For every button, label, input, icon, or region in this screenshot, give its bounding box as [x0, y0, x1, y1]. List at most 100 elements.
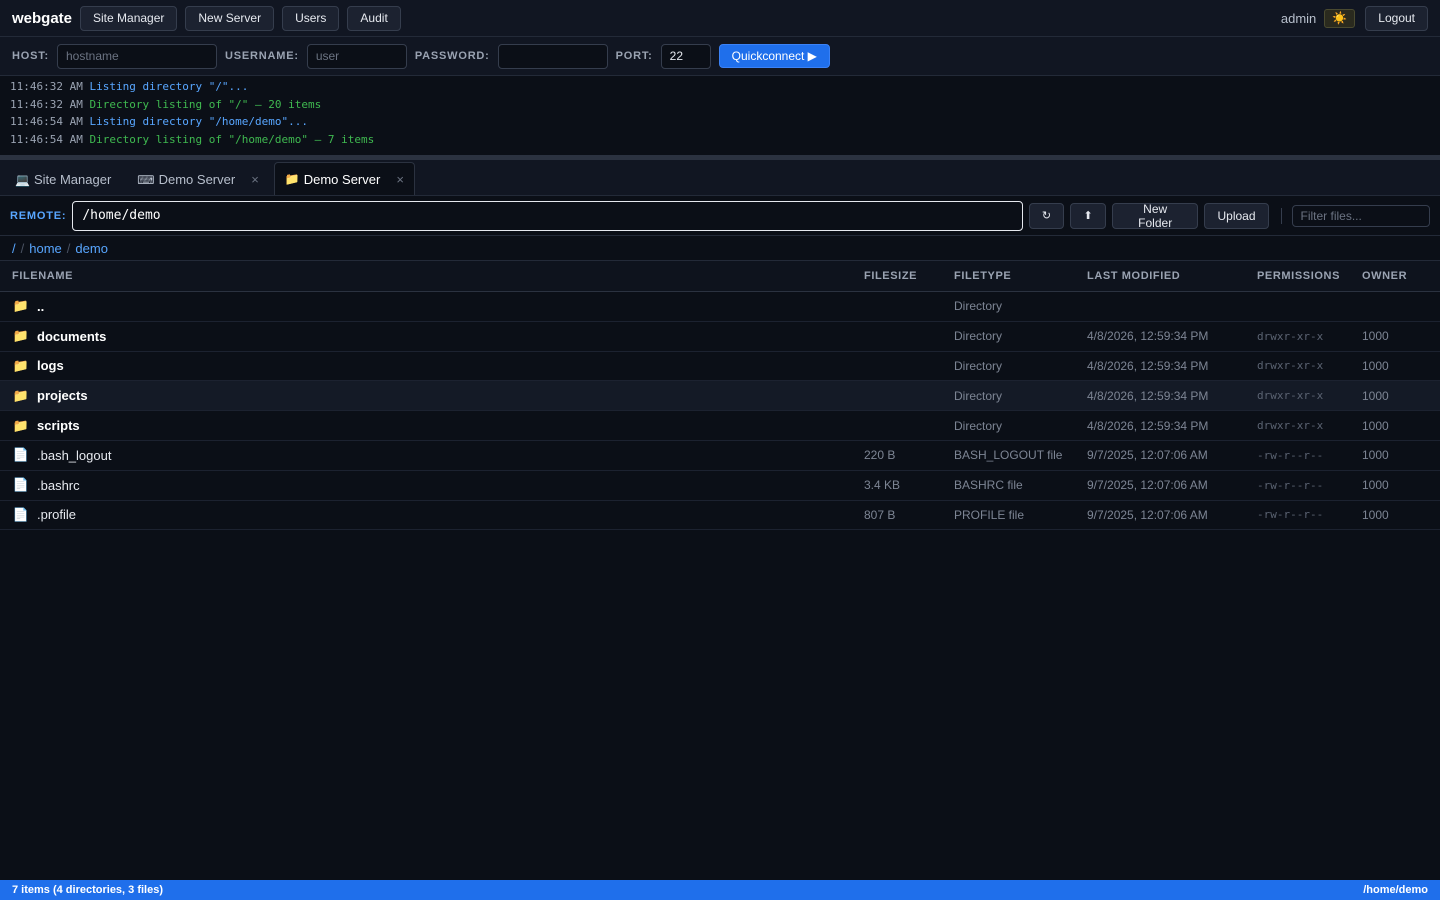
column-owner[interactable]: OWNER — [1350, 270, 1440, 282]
column-permissions[interactable]: PERMISSIONS — [1245, 270, 1350, 282]
cell-owner: 1000 — [1362, 478, 1389, 493]
refresh-icon: ↻ — [1041, 210, 1052, 222]
cell-owner: 1000 — [1362, 507, 1389, 522]
new-server-button[interactable]: New Server — [185, 5, 275, 31]
quickconnect-bar: HOST: hostname USERNAME: user PASSWORD: … — [0, 37, 1440, 76]
log-message: Directory listing of "/" — 20 items — [89, 97, 322, 111]
cell-filetype: PROFILE file — [954, 507, 1025, 522]
password-label: PASSWORD: — [414, 50, 490, 62]
breadcrumb-home[interactable]: home — [29, 241, 62, 256]
log-line: 11:46:54 AM Listing directory "/home/dem… — [10, 115, 1430, 133]
site-manager-button[interactable]: Site Manager — [80, 5, 178, 31]
folder-icon: 📁 — [12, 328, 30, 344]
cell-permissions: drwxr-xr-x — [1257, 419, 1324, 433]
theme-toggle-button[interactable]: ☀️ — [1324, 8, 1356, 28]
tab-demo-server-terminal[interactable]: ⌨ Demo Server × — [126, 163, 270, 195]
table-row[interactable]: 📄 .bash_logout 220 B BASH_LOGOUT file 9/7/20… — [0, 441, 1440, 471]
column-last-modified[interactable]: LAST MODIFIED — [1075, 270, 1245, 282]
filter-files-input[interactable]: Filter files... — [1291, 204, 1430, 227]
column-filename[interactable]: FILENAME — [0, 270, 852, 282]
cell-last-modified: 4/8/2026, 12:59:34 PM — [1087, 329, 1209, 344]
tab-bar: 💻 Site Manager ⌨ Demo Server × 📁 Demo Se… — [0, 160, 1440, 196]
file-name: .. — [37, 298, 45, 314]
username-input[interactable]: user — [306, 43, 407, 69]
host-label: HOST: — [12, 50, 49, 62]
column-filesize[interactable]: FILESIZE — [852, 270, 942, 282]
cell-filesize: 220 B — [864, 448, 896, 463]
cell-filetype: Directory — [954, 358, 1003, 373]
status-path: /home/demo — [1363, 884, 1428, 896]
message-log[interactable]: 11:46:32 AM Listing directory "/"... 11:… — [0, 76, 1440, 156]
table-body: 📁.. Directory 📁 documents Directory 4/8/2026,… — [0, 292, 1440, 531]
table-row[interactable]: 📁 documents Directory 4/8/2026, 12:59:34 PM… — [0, 322, 1440, 352]
table-row[interactable]: 📁.. Directory — [0, 292, 1440, 322]
cell-owner: 1000 — [1362, 388, 1389, 403]
current-user-label: admin — [1280, 10, 1317, 26]
table-row[interactable]: 📄 .profile 807 B PROFILE file 9/7/2025, 12:0… — [0, 501, 1440, 531]
column-filetype[interactable]: FILETYPE — [942, 270, 1075, 282]
folder-icon: 📁 — [12, 387, 30, 403]
close-icon[interactable]: × — [251, 172, 259, 187]
cell-last-modified: 9/7/2025, 12:07:06 AM — [1087, 507, 1208, 522]
sun-icon: ☀️ — [1332, 11, 1348, 25]
upload-button[interactable]: Upload — [1204, 202, 1269, 229]
cell-last-modified: 9/7/2025, 12:07:06 AM — [1087, 448, 1208, 463]
cell-permissions: -rw-r--r-- — [1257, 478, 1324, 492]
log-timestamp: 11:46:54 AM — [10, 132, 83, 146]
file-icon: 📄 — [12, 477, 30, 493]
remote-path-input[interactable]: /home/demo — [72, 200, 1023, 231]
parent-directory-button[interactable]: ⬆ — [1070, 202, 1106, 229]
cell-filename: 📁 documents — [0, 328, 852, 344]
remote-path-bar: REMOTE: /home/demo ↻ ⬆ New Folder Upload… — [0, 196, 1440, 236]
new-folder-button[interactable]: New Folder — [1111, 202, 1199, 230]
table-row[interactable]: 📁 projects Directory 4/8/2026, 12:59:34 PM d… — [0, 381, 1440, 412]
cell-last-modified: 9/7/2025, 12:07:06 AM — [1087, 478, 1208, 493]
table-row[interactable]: 📄 .bashrc 3.4 KB BASHRC file 9/7/2025, 12:07… — [0, 471, 1440, 501]
file-icon: 📄 — [12, 506, 30, 522]
cell-filesize: 3.4 KB — [864, 478, 901, 493]
table-row[interactable]: 📁 scripts Directory 4/8/2026, 12:59:34 PM dr… — [0, 411, 1440, 441]
cell-filename: 📄 .profile — [0, 507, 852, 523]
remote-label: REMOTE: — [10, 209, 67, 222]
password-input[interactable] — [497, 43, 608, 69]
toolbar-divider — [1280, 207, 1282, 224]
cell-permissions: drwxr-xr-x — [1257, 359, 1324, 373]
breadcrumb-demo[interactable]: demo — [75, 241, 108, 256]
cell-owner: 1000 — [1362, 448, 1389, 463]
users-button[interactable]: Users — [282, 5, 340, 31]
quickconnect-button[interactable]: Quickconnect ▶ — [718, 44, 830, 68]
table-row[interactable]: 📁 logs Directory 4/8/2026, 12:59:34 PM drwxr… — [0, 352, 1440, 382]
file-name: .profile — [37, 507, 77, 523]
logout-button[interactable]: Logout — [1365, 5, 1428, 31]
close-icon[interactable]: × — [396, 172, 404, 187]
cell-filetype: BASH_LOGOUT file — [954, 448, 1063, 463]
file-name: .bashrc — [37, 477, 80, 493]
folder-icon: 📁 — [12, 417, 30, 433]
refresh-button[interactable]: ↻ — [1028, 202, 1065, 229]
cell-owner: 1000 — [1362, 418, 1389, 433]
cell-filename: 📄 .bash_logout — [0, 447, 852, 463]
file-name: scripts — [37, 418, 80, 434]
folder-icon: 📁 — [12, 298, 30, 314]
log-line: 11:46:32 AM Directory listing of "/" — 2… — [10, 98, 1430, 116]
status-bar: 7 items (4 directories, 3 files) /home/d… — [0, 880, 1440, 900]
file-name: .bash_logout — [37, 447, 112, 463]
cell-permissions: drwxr-xr-x — [1257, 329, 1324, 343]
tab-site-manager[interactable]: 💻 Site Manager — [4, 163, 122, 195]
log-line: 11:46:32 AM Listing directory "/"... — [10, 80, 1430, 98]
file-name: logs — [37, 358, 64, 374]
log-timestamp: 11:46:32 AM — [10, 97, 83, 111]
file-name: documents — [37, 328, 107, 344]
tab-demo-server-files[interactable]: 📁 Demo Server × — [273, 162, 415, 195]
breadcrumb-root[interactable]: / — [12, 241, 16, 256]
cell-permissions: -rw-r--r-- — [1257, 448, 1324, 462]
file-icon: 📄 — [12, 447, 30, 463]
log-timestamp: 11:46:54 AM — [10, 115, 83, 128]
audit-button[interactable]: Audit — [347, 5, 401, 31]
terminal-icon: ⌨ — [137, 172, 155, 187]
host-input[interactable]: hostname — [57, 43, 217, 69]
port-input[interactable]: 22 — [660, 43, 711, 69]
table-header: FILENAME FILESIZE FILETYPE LAST MODIFIED… — [0, 261, 1440, 292]
cell-filename: 📁 logs — [0, 358, 852, 374]
cell-last-modified: 4/8/2026, 12:59:34 PM — [1087, 418, 1209, 433]
